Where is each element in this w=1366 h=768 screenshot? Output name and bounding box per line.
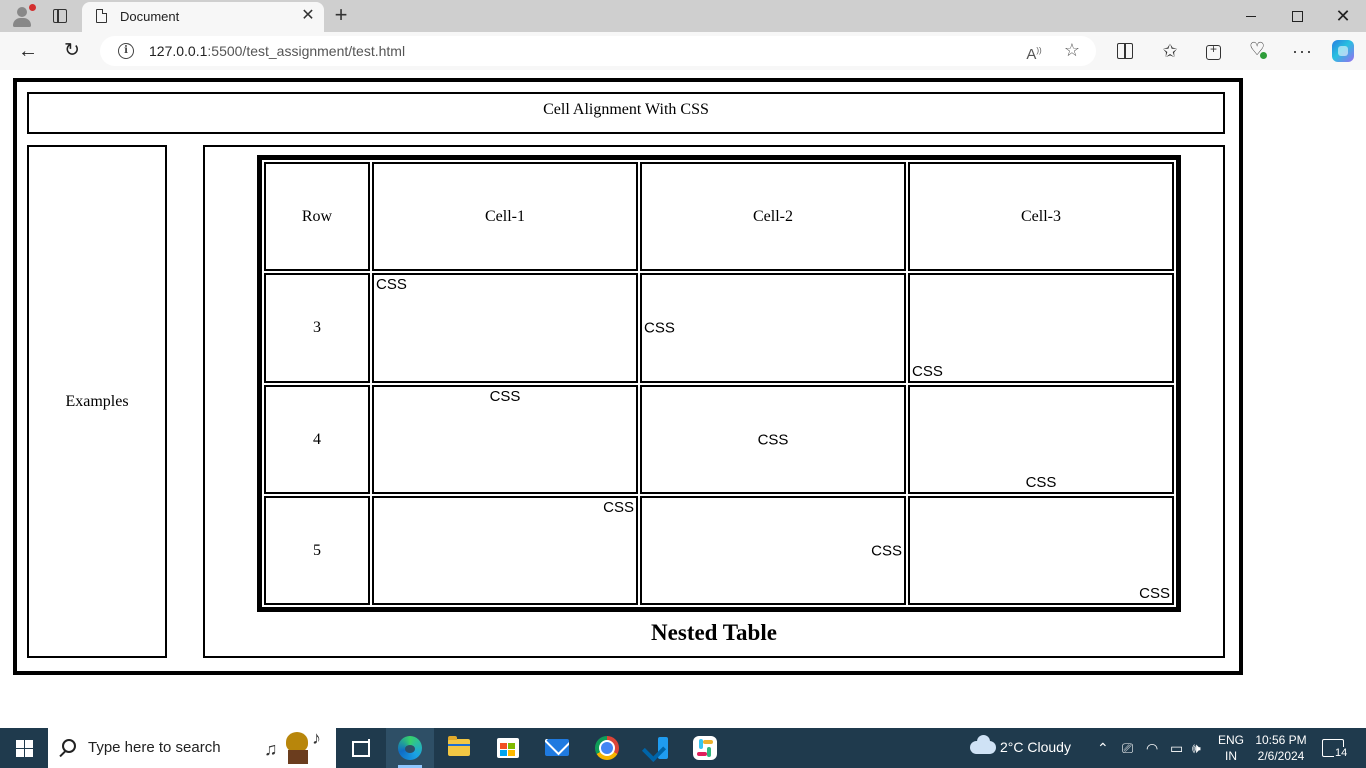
- search-placeholder: Type here to search: [88, 739, 221, 756]
- slack-icon[interactable]: [681, 728, 729, 768]
- edge-taskbar-icon[interactable]: [386, 728, 434, 768]
- meet-now-icon[interactable]: ⎚: [1122, 740, 1133, 756]
- mail-icon[interactable]: [533, 728, 581, 768]
- address-toolbar: ← ↻ i 127.0.0.1:5500/test_assignment/tes…: [0, 32, 1366, 70]
- favorites-icon[interactable]: ✩: [1160, 42, 1180, 60]
- nested-cell: CSS: [908, 385, 1174, 494]
- row-label-cell: 4: [264, 385, 370, 494]
- battery-icon[interactable]: ▭: [1170, 740, 1183, 756]
- nested-header-cell: Cell-2: [640, 162, 906, 271]
- reload-icon[interactable]: ↻: [60, 40, 84, 62]
- nested-table-caption: Nested Table: [651, 620, 777, 645]
- nested-cell: CSS: [640, 273, 906, 383]
- close-tab-icon[interactable]: ✕: [300, 7, 316, 25]
- vscode-icon[interactable]: [632, 728, 680, 768]
- css-cell-label: CSS: [1139, 585, 1170, 602]
- css-cell-label: CSS: [376, 276, 407, 293]
- notification-count: 14: [1334, 747, 1349, 759]
- page-viewport: Cell Alignment With CSS Examples Row Cell…: [4, 70, 1362, 724]
- chrome-icon[interactable]: [583, 728, 631, 768]
- row-label-cell: 3: [264, 273, 370, 383]
- language-code: ENG: [1217, 733, 1244, 747]
- site-info-icon[interactable]: i: [118, 43, 134, 59]
- examples-cell: Examples: [27, 145, 167, 658]
- nested-table: Row Cell-1 Cell-2 Cell-3 3 CSS CSS CSS 4 CSS CSS CS…: [257, 155, 1181, 612]
- tab-actions-icon[interactable]: [48, 6, 72, 26]
- nested-header-cell: Row: [264, 162, 370, 271]
- url-text[interactable]: 127.0.0.1:5500/test_assignment/test.html: [149, 43, 405, 59]
- clock-date: 2/6/2024: [1257, 749, 1305, 763]
- row-label: 3: [313, 319, 321, 336]
- microsoft-store-icon[interactable]: [484, 728, 532, 768]
- css-cell-label: CSS: [1025, 474, 1057, 491]
- split-screen-icon[interactable]: [1115, 42, 1135, 60]
- address-bar[interactable]: i 127.0.0.1:5500/test_assignment/test.ht…: [100, 36, 1096, 66]
- column-header-label: Cell-2: [753, 207, 793, 225]
- file-explorer-icon[interactable]: [435, 728, 483, 768]
- language-indicator[interactable]: ENG IN: [1216, 732, 1246, 764]
- header-cell: Cell Alignment With CSS: [27, 92, 1225, 134]
- notification-dot-icon: [29, 4, 36, 11]
- nested-cell: CSS: [372, 496, 638, 605]
- new-tab-icon[interactable]: +: [330, 4, 352, 26]
- examples-label: Examples: [65, 392, 129, 410]
- clock[interactable]: 10:56 PM 2/6/2024: [1252, 732, 1310, 764]
- browser-essentials-icon[interactable]: [1248, 40, 1268, 60]
- outer-table: Cell Alignment With CSS Examples Row Cell…: [13, 78, 1243, 675]
- tab-title: Document: [120, 9, 180, 24]
- row-label: 5: [313, 541, 321, 559]
- row-label: 4: [313, 430, 321, 448]
- taskbar: Type here to search ♫ ♪ 2°C Cloudy ⌃ ⎚ ◠…: [0, 728, 1366, 768]
- more-options-icon[interactable]: ···: [1292, 42, 1312, 60]
- main-cell: Row Cell-1 Cell-2 Cell-3 3 CSS CSS CSS 4 CSS CSS CS…: [203, 145, 1225, 658]
- css-cell-label: CSS: [489, 388, 521, 405]
- css-cell-label: CSS: [757, 431, 789, 448]
- nested-header-cell: Cell-1: [372, 162, 638, 271]
- nested-cell: CSS: [908, 273, 1174, 383]
- profile-avatar-icon[interactable]: [8, 4, 36, 28]
- collections-icon[interactable]: [1204, 40, 1224, 60]
- weather-widget[interactable]: 2°C Cloudy: [966, 728, 1086, 768]
- column-header-label: Cell-3: [1021, 207, 1061, 225]
- column-header-label: Cell-1: [485, 207, 525, 225]
- windows-start-icon[interactable]: [0, 728, 48, 768]
- restore-icon[interactable]: [1282, 4, 1312, 28]
- favorite-star-icon[interactable]: ☆: [1062, 40, 1082, 60]
- search-highlight-icon: ♫ ♪: [262, 728, 332, 766]
- volume-icon[interactable]: 🕪: [1192, 740, 1201, 756]
- css-cell-label: CSS: [912, 363, 943, 380]
- nested-cell: CSS: [372, 273, 638, 383]
- nested-cell: CSS: [640, 385, 906, 494]
- css-cell-label: CSS: [871, 542, 902, 559]
- css-cell-label: CSS: [644, 319, 675, 337]
- read-aloud-icon[interactable]: A)): [1024, 41, 1044, 63]
- task-view-icon[interactable]: [336, 728, 384, 768]
- region-code: IN: [1225, 749, 1237, 763]
- url-path: :5500/test_assignment/test.html: [207, 43, 406, 59]
- nested-cell: CSS: [372, 385, 638, 494]
- url-host: 127.0.0.1: [149, 43, 208, 59]
- document-icon: [96, 9, 107, 23]
- clock-time: 10:56 PM: [1255, 733, 1307, 747]
- active-tab[interactable]: Document ✕: [82, 2, 324, 32]
- wifi-icon[interactable]: ◠: [1146, 740, 1158, 756]
- column-header-label: Row: [301, 207, 333, 225]
- nested-cell: CSS: [908, 496, 1174, 605]
- copilot-icon[interactable]: [1332, 40, 1354, 62]
- search-icon: [62, 739, 76, 753]
- tab-strip: Document ✕ + ✕: [0, 0, 1366, 32]
- minimize-icon[interactable]: [1236, 4, 1266, 28]
- nested-header-cell: Cell-3: [908, 162, 1174, 271]
- back-icon[interactable]: ←: [16, 40, 40, 62]
- nested-cell: CSS: [640, 496, 906, 605]
- row-label-cell: 5: [264, 496, 370, 605]
- taskbar-search-box[interactable]: Type here to search ♫ ♪: [48, 728, 336, 768]
- css-cell-label: CSS: [603, 499, 634, 516]
- cloud-icon: [970, 735, 996, 754]
- weather-text: 2°C Cloudy: [1000, 739, 1071, 755]
- chevron-up-icon[interactable]: ⌃: [1097, 740, 1109, 756]
- close-window-icon[interactable]: ✕: [1328, 4, 1358, 28]
